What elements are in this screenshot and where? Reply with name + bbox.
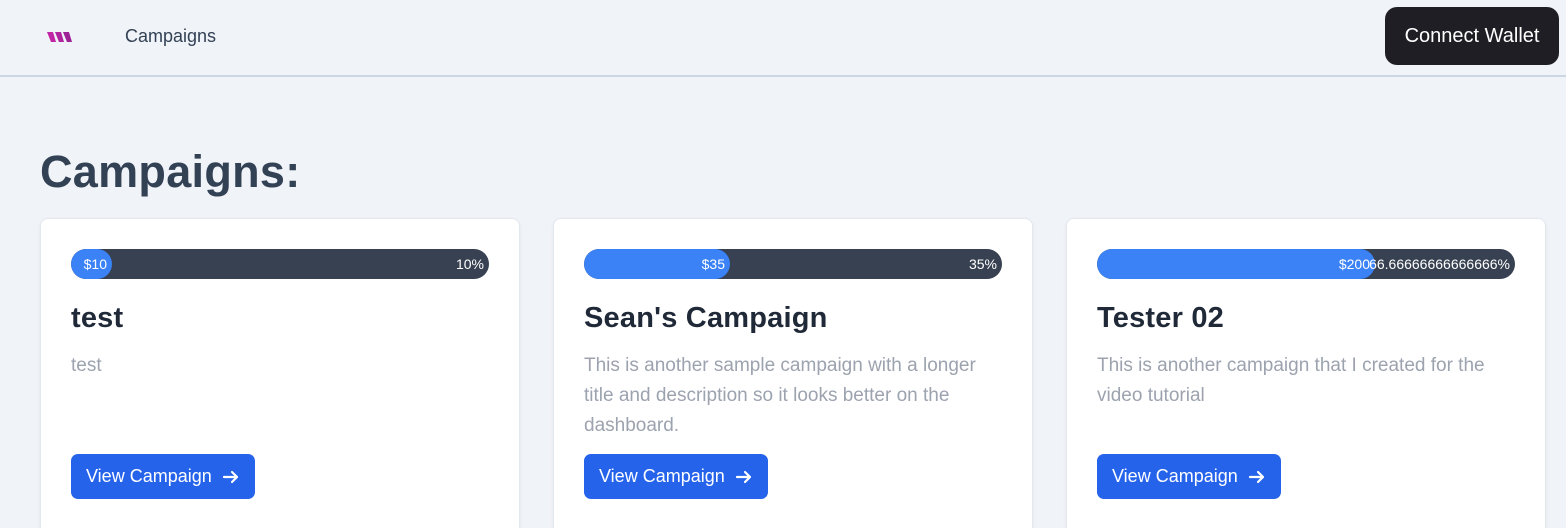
campaign-title: Sean's Campaign (584, 302, 828, 334)
progress-percent: 66.66666666666666% (1369, 256, 1510, 272)
arrow-right-icon (222, 470, 238, 483)
campaign-card: $35 35% Sean's Campaign This is another … (553, 218, 1033, 528)
page-title: Campaigns: (40, 146, 301, 197)
raised-amount: $10 (83, 256, 107, 272)
top-nav: Campaigns Connect Wallet (0, 0, 1566, 77)
campaign-progress-bar: $35 35% (584, 249, 1002, 279)
campaign-description: test (71, 355, 102, 376)
view-campaign-button[interactable]: View Campaign (584, 454, 768, 499)
view-campaign-button[interactable]: View Campaign (1097, 454, 1281, 499)
nav-campaigns-link[interactable]: Campaigns (125, 26, 216, 47)
progress-fill: $35 (584, 249, 730, 279)
campaign-title: test (71, 302, 124, 334)
campaign-card: $10 10% test test View Campaign (40, 218, 520, 528)
progress-percent: 10% (455, 256, 484, 272)
arrow-right-icon (1248, 470, 1264, 483)
campaign-card: $200 66.66666666666666% Tester 02 This i… (1066, 218, 1546, 528)
progress-fill: $200 (1097, 249, 1375, 279)
campaign-description: This is another campaign that I created … (1097, 355, 1485, 406)
campaign-description: This is another sample campaign with a l… (584, 355, 976, 436)
view-campaign-label: View Campaign (86, 466, 212, 486)
connect-wallet-button[interactable]: Connect Wallet (1385, 7, 1559, 65)
raised-amount: $35 (701, 256, 725, 272)
raised-amount: $200 (1338, 256, 1370, 272)
view-campaign-label: View Campaign (1112, 466, 1238, 486)
view-campaign-label: View Campaign (599, 466, 725, 486)
brand-logo-icon[interactable] (44, 26, 76, 46)
view-campaign-button[interactable]: View Campaign (71, 454, 255, 499)
progress-fill: $10 (71, 249, 112, 279)
campaign-title: Tester 02 (1097, 302, 1225, 334)
progress-percent: 35% (968, 256, 997, 272)
campaign-progress-bar: $10 10% (71, 249, 489, 279)
campaign-progress-bar: $200 66.66666666666666% (1097, 249, 1515, 279)
arrow-right-icon (735, 470, 751, 483)
